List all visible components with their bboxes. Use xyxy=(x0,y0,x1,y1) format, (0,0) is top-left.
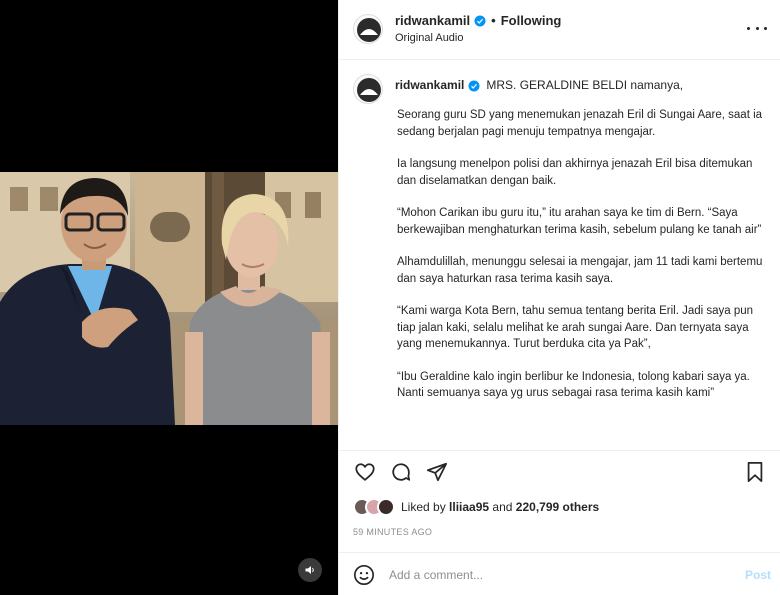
avatar[interactable] xyxy=(353,14,383,44)
volume-button[interactable] xyxy=(298,558,322,582)
comment-bar: Post xyxy=(339,552,780,595)
caption-paragraph: Alhamdulillah, menunggu selesai ia menga… xyxy=(397,256,763,285)
caption-paragraph: “Ibu Geraldine kalo ingin berlibur ke In… xyxy=(397,370,750,400)
caption-paragraph: “Kami warga Kota Bern, tahu semua tentan… xyxy=(397,305,754,350)
caption-first-line: ridwankamil MRS. GERALDINE BELDI namanya… xyxy=(395,77,767,94)
likes-connector: and xyxy=(492,500,513,514)
caption-text: Seorang guru SD yang menemukan jenazah E… xyxy=(397,107,767,418)
likes-text: Liked by lliiaa95 and 220,799 others xyxy=(401,500,599,514)
more-icon[interactable] xyxy=(747,20,767,36)
post-comment-button[interactable]: Post xyxy=(745,568,771,582)
caption-paragraph: Ia langsung menelpon polisi dan akhirnya… xyxy=(397,158,753,187)
avatar[interactable] xyxy=(353,74,383,104)
username[interactable]: ridwankamil xyxy=(395,13,470,28)
emoji-icon[interactable] xyxy=(353,564,375,586)
volume-icon xyxy=(305,566,314,574)
likes-summary: Liked by lliiaa95 and 220,799 others xyxy=(353,497,599,517)
audio-label[interactable]: Original Audio xyxy=(395,32,464,44)
verified-badge-icon xyxy=(468,80,480,92)
follow-status-button[interactable]: Following xyxy=(501,13,562,28)
likes-prefix: Liked by xyxy=(401,500,446,514)
likes-count-link[interactable]: 220,799 others xyxy=(516,500,599,514)
heart-icon[interactable] xyxy=(353,460,377,484)
caption-area: ridwankamil MRS. GERALDINE BELDI namanya… xyxy=(339,60,780,450)
comment-icon[interactable] xyxy=(389,460,413,484)
caption-username[interactable]: ridwankamil xyxy=(395,77,464,94)
caption-paragraph: “Mohon Carikan ibu guru itu,” itu arahan… xyxy=(397,207,762,236)
post-media[interactable] xyxy=(0,0,338,595)
action-bar xyxy=(353,460,767,486)
post-timestamp[interactable]: 59 MINUTES AGO xyxy=(353,527,432,537)
post-photo xyxy=(0,172,338,425)
caption-paragraph: Seorang guru SD yang menemukan jenazah E… xyxy=(397,109,763,138)
liker-username[interactable]: lliiaa95 xyxy=(449,500,489,514)
post-header: ridwankamil • Following Original Audio xyxy=(339,0,780,60)
liker-avatar[interactable] xyxy=(377,498,395,516)
comment-input[interactable] xyxy=(389,565,719,585)
post-panel: ridwankamil • Following Original Audio r… xyxy=(338,0,780,595)
share-icon[interactable] xyxy=(425,460,449,484)
verified-badge-icon xyxy=(474,15,486,27)
separator-dot: • xyxy=(491,13,496,28)
divider xyxy=(339,450,780,451)
bookmark-icon[interactable] xyxy=(743,460,767,484)
caption-title: MRS. GERALDINE BELDI namanya, xyxy=(486,78,684,92)
